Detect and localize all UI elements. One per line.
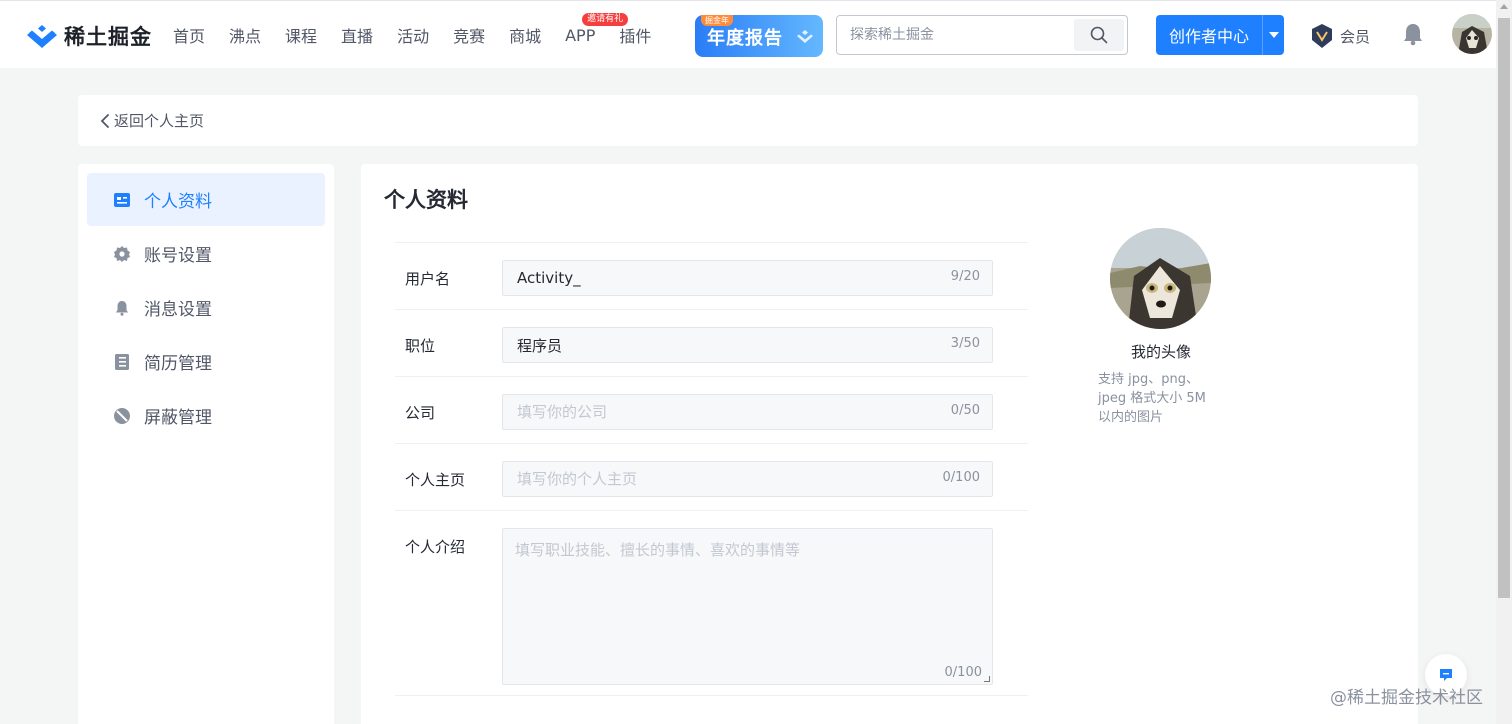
- position-label: 职位: [405, 337, 436, 355]
- form-row-intro: 个人介绍 0/100: [395, 510, 1028, 696]
- avatar-hint: 支持 jpg、png、jpeg 格式大小 5M 以内的图片: [1098, 372, 1206, 425]
- position-field-wrapper: 3/50: [502, 327, 993, 363]
- top-navbar: 稀土掘金 首页 沸点 课程 直播 活动 竞赛 商城 APP 邀请有礼 插件 掘金…: [0, 0, 1496, 68]
- creator-center-label: 创作者中心: [1168, 27, 1249, 46]
- form-row-company: 公司 0/50: [395, 376, 1028, 443]
- profile-panel: 个人资料 用户名 9/20 职位 3/50 公司 0/50 个人主页: [361, 164, 1418, 724]
- sidebar-item-profile[interactable]: 个人资料: [87, 173, 325, 226]
- company-field-wrapper: 0/50: [502, 394, 993, 430]
- settings-sidebar: 个人资料 账号设置 消息设置 简历管理 屏蔽管理: [78, 164, 334, 724]
- position-counter: 3/50: [950, 336, 980, 351]
- avatar-image: [1452, 14, 1492, 54]
- username-label: 用户名: [405, 270, 451, 288]
- member-link[interactable]: 会员: [1310, 23, 1370, 49]
- nav-item-home[interactable]: 首页: [173, 23, 205, 47]
- creator-dropdown-button[interactable]: [1262, 15, 1284, 55]
- sidebar-item-label: 屏蔽管理: [144, 408, 212, 428]
- juejin-logo-icon: [27, 25, 57, 48]
- company-input[interactable]: [503, 395, 923, 429]
- search-button[interactable]: [1074, 19, 1124, 51]
- banner-logo-icon: [797, 30, 813, 43]
- homepage-counter: 0/100: [942, 470, 980, 485]
- avatar-label: 我的头像: [1130, 343, 1191, 361]
- intro-textarea[interactable]: [503, 529, 973, 649]
- form-row-username: 用户名 9/20: [395, 242, 1028, 309]
- search-input[interactable]: [837, 16, 1075, 54]
- chat-bubble-icon: [1440, 669, 1452, 681]
- nav-item-live[interactable]: 直播: [341, 23, 373, 47]
- sidebar-item-blocklist[interactable]: 屏蔽管理: [87, 389, 325, 442]
- resume-icon: [114, 353, 130, 370]
- nav-item-plugins[interactable]: 插件: [619, 23, 651, 47]
- nav-item-app[interactable]: APP 邀请有礼: [565, 12, 629, 45]
- form-row-homepage: 个人主页 0/100: [395, 443, 1028, 510]
- annual-report-banner[interactable]: 掘金年 年度报告: [695, 15, 823, 57]
- nav-item-contests[interactable]: 竞赛: [453, 23, 485, 47]
- username-counter: 9/20: [950, 269, 980, 284]
- username-input[interactable]: [503, 261, 923, 295]
- homepage-input[interactable]: [503, 462, 923, 496]
- watermark: @稀土掘金技术社区: [1330, 688, 1483, 708]
- scroll-up-arrow-icon[interactable]: [1500, 4, 1508, 9]
- chevron-left-icon: [100, 113, 109, 128]
- homepage-label: 个人主页: [405, 471, 466, 489]
- main-nav: 首页 沸点 课程 直播 活动 竞赛 商城 APP 邀请有礼 插件: [173, 1, 675, 69]
- member-label: 会员: [1340, 27, 1371, 46]
- bell-icon: [1404, 24, 1422, 46]
- page-scrollbar[interactable]: [1496, 0, 1512, 724]
- intro-counter: 0/100: [944, 665, 982, 680]
- nav-item-pins[interactable]: 沸点: [229, 23, 261, 47]
- textarea-resize-handle[interactable]: [984, 676, 990, 682]
- search-box: [836, 15, 1128, 55]
- vip-shield-icon: [1312, 24, 1332, 48]
- avatar-upload: 我的头像 支持 jpg、png、jpeg 格式大小 5M 以内的图片: [1098, 228, 1228, 427]
- nav-item-courses[interactable]: 课程: [285, 23, 317, 47]
- user-avatar[interactable]: [1452, 14, 1492, 54]
- scroll-thumb[interactable]: [1498, 18, 1510, 598]
- form-row-position: 职位 3/50: [395, 309, 1028, 376]
- intro-field-wrapper: 0/100: [502, 528, 993, 685]
- sidebar-item-notifications[interactable]: 消息设置: [87, 281, 325, 334]
- profile-form: 用户名 9/20 职位 3/50 公司 0/50 个人主页 0/100: [395, 242, 1028, 696]
- username-field-wrapper: 9/20: [502, 260, 993, 296]
- brand-name: 稀土掘金: [64, 25, 152, 49]
- sidebar-item-label: 个人资料: [144, 192, 212, 212]
- notification-button[interactable]: [1402, 22, 1424, 50]
- logo[interactable]: 稀土掘金: [26, 21, 152, 51]
- nav-item-app-label: APP: [565, 25, 596, 45]
- block-icon: [114, 407, 130, 424]
- nav-item-events[interactable]: 活动: [397, 23, 429, 47]
- sidebar-item-resume[interactable]: 简历管理: [87, 335, 325, 388]
- avatar-upload-button[interactable]: [1110, 228, 1211, 329]
- bell-icon: [114, 300, 130, 316]
- page-title: 个人资料: [384, 188, 468, 212]
- caret-down-icon: [1268, 32, 1279, 38]
- position-input[interactable]: [503, 328, 923, 362]
- search-icon: [1090, 26, 1108, 44]
- nav-item-shop[interactable]: 商城: [509, 23, 541, 47]
- banner-text: 年度报告: [707, 28, 783, 49]
- avatar-image: [1110, 228, 1211, 329]
- homepage-field-wrapper: 0/100: [502, 461, 993, 497]
- back-label: 返回个人主页: [114, 112, 205, 130]
- gear-icon: [114, 245, 130, 262]
- creator-center-button[interactable]: 创作者中心: [1156, 15, 1284, 55]
- back-to-profile-link[interactable]: 返回个人主页: [78, 95, 1418, 146]
- sidebar-item-label: 简历管理: [144, 354, 212, 374]
- sidebar-item-account[interactable]: 账号设置: [87, 227, 325, 280]
- company-label: 公司: [405, 404, 436, 422]
- sidebar-item-label: 账号设置: [144, 246, 212, 266]
- company-counter: 0/50: [950, 403, 980, 418]
- intro-label: 个人介绍: [405, 538, 466, 556]
- id-card-icon: [114, 192, 130, 208]
- sidebar-item-label: 消息设置: [144, 300, 212, 320]
